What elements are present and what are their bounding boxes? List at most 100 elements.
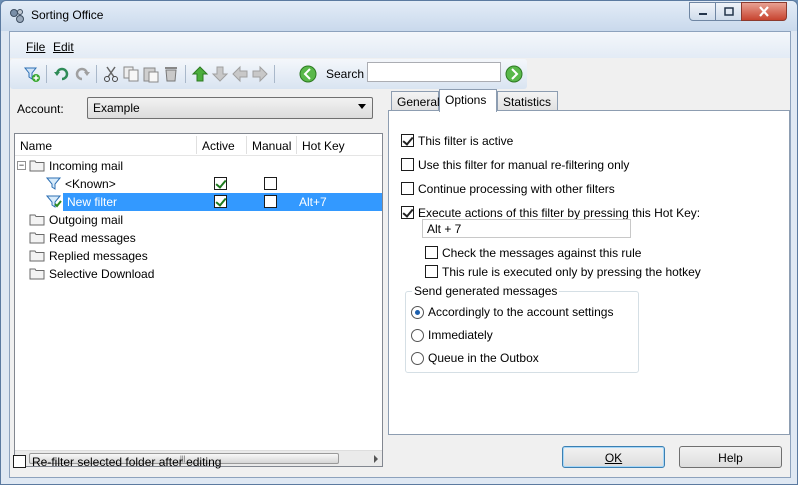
search-input[interactable] (367, 62, 501, 82)
tree-row-incoming-mail[interactable]: − Incoming mail (15, 157, 382, 175)
manual-checkbox[interactable] (264, 195, 277, 208)
left-pane: Account: Example Name Active Manual Hot … (10, 89, 388, 467)
column-separator[interactable] (246, 136, 247, 154)
radio-label: Immediately (428, 328, 493, 342)
tree-row-read-messages[interactable]: Read messages (15, 229, 382, 247)
folder-icon (29, 232, 45, 244)
menu-bar: File Edit (10, 32, 790, 58)
collapse-toggle[interactable]: − (17, 161, 26, 170)
hotkey-field[interactable]: Alt + 7 (422, 219, 631, 238)
close-button[interactable] (741, 2, 787, 21)
toolbar-separator (96, 65, 97, 83)
minimize-button[interactable] (689, 2, 716, 21)
tree-row-filter[interactable]: <Known> (15, 175, 382, 193)
tab-statistics[interactable]: Statistics (497, 91, 558, 111)
active-checkbox[interactable] (401, 134, 414, 147)
client-area: File Edit Search Account: Example Name A… (9, 31, 791, 478)
new-filter-icon (46, 195, 62, 208)
close-icon (759, 6, 769, 17)
delete-icon (165, 67, 177, 82)
chevron-down-icon (358, 104, 366, 109)
move-right-button[interactable] (251, 65, 269, 83)
paste-button[interactable] (142, 65, 160, 83)
app-icon (10, 9, 24, 23)
tree-row-label: Incoming mail (49, 159, 124, 173)
menu-edit[interactable]: Edit (53, 40, 74, 54)
search-label: Search (326, 67, 365, 81)
toolbar-separator (274, 65, 275, 83)
group-title: Send generated messages (412, 284, 560, 298)
new-filter-icon (23, 67, 40, 82)
toolbar-separator (185, 65, 186, 83)
cut-icon (104, 66, 118, 82)
tree-row-label: Outgoing mail (49, 213, 124, 227)
new-filter-button[interactable] (23, 65, 41, 83)
copy-button[interactable] (122, 65, 140, 83)
only-hotkey-checkbox[interactable] (425, 265, 438, 278)
tab-options[interactable]: Options (439, 89, 497, 112)
toolbar-separator (46, 65, 47, 83)
check-messages-checkbox[interactable] (425, 246, 438, 259)
refilter-label: Re-filter selected folder after editing (32, 455, 222, 469)
search-forward-icon (505, 65, 523, 83)
active-checkbox[interactable] (214, 195, 227, 208)
continue-checkbox[interactable] (401, 182, 414, 195)
cut-button[interactable] (102, 65, 120, 83)
column-header-hotkey[interactable]: Hot Key (302, 139, 345, 153)
hotkey-checkbox[interactable] (401, 206, 414, 219)
radio-label: Queue in the Outbox (428, 351, 539, 365)
move-left-icon (232, 65, 248, 83)
tree-row-replied-messages[interactable]: Replied messages (15, 247, 382, 265)
column-header-manual[interactable]: Manual (252, 139, 291, 153)
paste-icon (143, 67, 159, 83)
option-continue-label: Continue processing with other filters (418, 182, 615, 196)
move-down-button[interactable] (211, 65, 229, 83)
tree-row-outgoing-mail[interactable]: Outgoing mail (15, 211, 382, 229)
tree-row-label: Selective Download (49, 267, 155, 281)
tab-general[interactable]: General (391, 91, 440, 111)
tree-row-selective-download[interactable]: Selective Download (15, 265, 382, 283)
folder-icon (29, 250, 45, 262)
toolbar: Search (10, 59, 527, 89)
search-forward-button[interactable] (505, 65, 523, 83)
undo-button[interactable] (53, 65, 71, 83)
column-header-name[interactable]: Name (20, 139, 52, 153)
radio-immediately[interactable] (411, 329, 424, 342)
active-checkbox[interactable] (214, 177, 227, 190)
manual-checkbox[interactable] (264, 177, 277, 190)
move-up-button[interactable] (191, 65, 209, 83)
account-select-value: Example (93, 101, 140, 115)
help-button[interactable]: Help (679, 446, 782, 468)
radio-label: Accordingly to the account settings (428, 305, 614, 319)
tree-row-label: <Known> (65, 177, 116, 191)
maximize-button[interactable] (715, 2, 742, 21)
redo-button[interactable] (73, 65, 91, 83)
scroll-right-icon[interactable] (374, 455, 378, 463)
option-only-hotkey-label: This rule is executed only by pressing t… (442, 265, 701, 279)
account-label: Account: (17, 102, 64, 116)
redo-icon (75, 67, 90, 81)
option-hotkey-label: Execute actions of this filter by pressi… (418, 206, 701, 220)
column-separator[interactable] (196, 136, 197, 154)
column-header-active[interactable]: Active (202, 139, 235, 153)
move-right-icon (252, 65, 268, 83)
filter-tree[interactable]: Name Active Manual Hot Key − Incoming ma… (14, 133, 383, 467)
radio-account-settings[interactable] (411, 306, 424, 319)
move-down-icon (211, 66, 229, 82)
send-messages-group: Send generated messages Accordingly to t… (405, 284, 639, 373)
option-manual-label: Use this filter for manual re-filtering … (418, 158, 630, 172)
tree-row-filter-selected[interactable]: New filter Alt+7 (15, 193, 382, 211)
title-bar[interactable]: Sorting Office (1, 1, 797, 31)
refilter-checkbox[interactable] (13, 455, 26, 468)
delete-button[interactable] (162, 65, 180, 83)
menu-file[interactable]: File (26, 40, 45, 54)
account-select[interactable]: Example (87, 97, 373, 119)
move-left-button[interactable] (231, 65, 249, 83)
column-separator[interactable] (296, 136, 297, 154)
manual-checkbox[interactable] (401, 158, 414, 171)
option-check-messages-label: Check the messages against this rule (442, 246, 642, 260)
ok-button[interactable]: OK (562, 446, 665, 468)
search-back-button[interactable] (299, 65, 317, 83)
radio-queue[interactable] (411, 352, 424, 365)
options-tab-page: This filter is active Use this filter fo… (388, 110, 790, 435)
